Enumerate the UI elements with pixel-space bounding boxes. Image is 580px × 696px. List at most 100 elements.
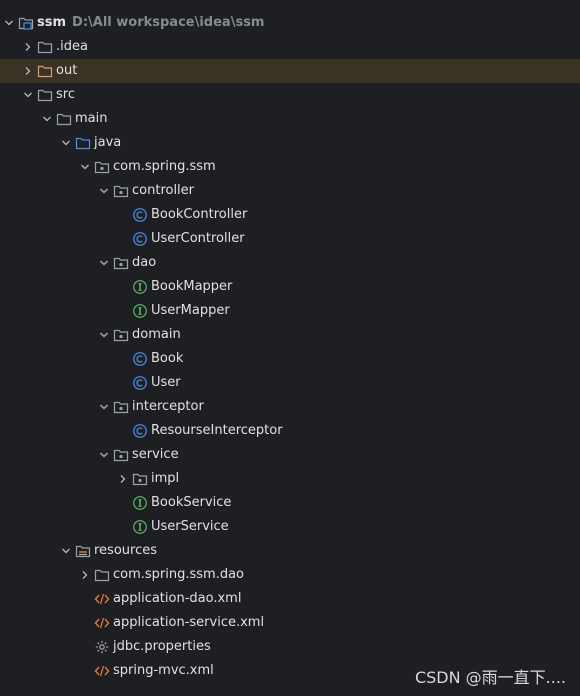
project-path: D:\All workspace\idea\ssm	[72, 15, 265, 30]
tree-item-label: interceptor	[132, 395, 204, 419]
tree-item-usercontroller[interactable]: UserController	[0, 227, 580, 251]
tree-item-label: ResourseInterceptor	[151, 419, 283, 443]
chevron-down-icon[interactable]	[96, 251, 112, 275]
item-name: main	[75, 111, 108, 126]
class-icon	[132, 207, 148, 223]
tree-item-jdbc-properties[interactable]: jdbc.properties	[0, 635, 580, 659]
item-name: ssm	[37, 15, 67, 30]
tree-item-user[interactable]: User	[0, 371, 580, 395]
tree-item-label: impl	[151, 467, 179, 491]
chevron-right-icon[interactable]	[20, 59, 36, 83]
interface-icon	[132, 303, 148, 319]
tree-item-label: ssm D:\All workspace\idea\ssm	[37, 11, 264, 35]
item-name: com.spring.ssm.dao	[113, 567, 245, 582]
tree-item-controller[interactable]: controller	[0, 179, 580, 203]
watermark: CSDN @雨一直下....	[414, 668, 566, 687]
tree-item-label: UserService	[151, 515, 229, 539]
tree-item-application-service-xml[interactable]: application-service.xml	[0, 611, 580, 635]
item-name: spring-mvc.xml	[113, 663, 214, 678]
item-name: UserController	[151, 231, 245, 246]
item-name: jdbc.properties	[113, 639, 211, 654]
item-name: BookService	[151, 495, 232, 510]
tree-item-bookservice[interactable]: BookService	[0, 491, 580, 515]
item-name: application-dao.xml	[113, 591, 242, 606]
tree-item-java[interactable]: java	[0, 131, 580, 155]
tree-item-application-dao-xml[interactable]: application-dao.xml	[0, 587, 580, 611]
tree-item-label: UserController	[151, 227, 245, 251]
tree-item-label: Book	[151, 347, 183, 371]
item-name: ResourseInterceptor	[151, 423, 283, 438]
tree-item-resourseinterceptor[interactable]: ResourseInterceptor	[0, 419, 580, 443]
chevron-right-icon[interactable]	[20, 35, 36, 59]
tree-item-resources[interactable]: resources	[0, 539, 580, 563]
chevron-down-icon[interactable]	[39, 107, 55, 131]
chevron-down-icon[interactable]	[96, 395, 112, 419]
item-name: impl	[151, 471, 180, 486]
tree-item-src[interactable]: src	[0, 83, 580, 107]
package-icon	[113, 327, 129, 343]
tree-item-label: jdbc.properties	[113, 635, 211, 659]
item-name: com.spring.ssm	[113, 159, 216, 174]
tree-item-label: java	[94, 131, 121, 155]
tree-item-out[interactable]: out	[0, 59, 580, 83]
tree-item-label: .idea	[56, 35, 88, 59]
tree-item-bookmapper[interactable]: BookMapper	[0, 275, 580, 299]
item-name: interceptor	[132, 399, 204, 414]
tree-item-com-spring-ssm-dao[interactable]: com.spring.ssm.dao	[0, 563, 580, 587]
project-tree: ssm D:\All workspace\idea\ssm .idea out src m…	[0, 11, 580, 683]
chevron-down-icon[interactable]	[96, 443, 112, 467]
folder-icon	[37, 87, 53, 103]
tree-item-impl[interactable]: impl	[0, 467, 580, 491]
tree-item-userservice[interactable]: UserService	[0, 515, 580, 539]
tree-item-service[interactable]: service	[0, 443, 580, 467]
chevron-down-icon[interactable]	[96, 323, 112, 347]
tree-item-label: controller	[132, 179, 194, 203]
tree-item-usermapper[interactable]: UserMapper	[0, 299, 580, 323]
item-name: .idea	[56, 39, 88, 54]
folder-icon	[56, 111, 72, 127]
tree-item-ssm[interactable]: ssm D:\All workspace\idea\ssm	[0, 11, 580, 35]
package-icon	[113, 399, 129, 415]
tree-item-interceptor[interactable]: interceptor	[0, 395, 580, 419]
item-name: controller	[132, 183, 195, 198]
tree-item-book[interactable]: Book	[0, 347, 580, 371]
class-icon	[132, 423, 148, 439]
tree-item-dao[interactable]: dao	[0, 251, 580, 275]
package-icon	[132, 471, 148, 487]
interface-icon	[132, 519, 148, 535]
item-name: out	[56, 63, 78, 78]
interface-icon	[132, 495, 148, 511]
tree-item-bookcontroller[interactable]: BookController	[0, 203, 580, 227]
item-name: resources	[94, 543, 158, 558]
chevron-down-icon[interactable]	[1, 11, 17, 35]
chevron-down-icon[interactable]	[58, 131, 74, 155]
chevron-down-icon[interactable]	[77, 155, 93, 179]
tree-item-com-spring-ssm[interactable]: com.spring.ssm	[0, 155, 580, 179]
tree-item-idea[interactable]: .idea	[0, 35, 580, 59]
class-icon	[132, 375, 148, 391]
package-icon	[113, 183, 129, 199]
excluded-folder-icon	[37, 63, 53, 79]
package-icon	[113, 447, 129, 463]
tree-item-label: com.spring.ssm	[113, 155, 216, 179]
tree-item-label: BookService	[151, 491, 231, 515]
tree-item-label: spring-mvc.xml	[113, 659, 214, 683]
chevron-down-icon[interactable]	[58, 539, 74, 563]
chevron-down-icon[interactable]	[20, 83, 36, 107]
class-icon	[132, 231, 148, 247]
tree-item-label: UserMapper	[151, 299, 230, 323]
class-icon	[132, 351, 148, 367]
properties-file-icon	[94, 639, 110, 655]
item-name: BookMapper	[151, 279, 233, 294]
chevron-right-icon[interactable]	[115, 467, 131, 491]
chevron-down-icon[interactable]	[96, 179, 112, 203]
folder-icon	[94, 567, 110, 583]
xml-file-icon	[94, 663, 110, 679]
item-name: src	[56, 87, 75, 102]
tree-item-main[interactable]: main	[0, 107, 580, 131]
tree-item-domain[interactable]: domain	[0, 323, 580, 347]
item-name: UserMapper	[151, 303, 230, 318]
chevron-right-icon[interactable]	[77, 563, 93, 587]
item-name: dao	[132, 255, 157, 270]
tree-item-label: domain	[132, 323, 181, 347]
